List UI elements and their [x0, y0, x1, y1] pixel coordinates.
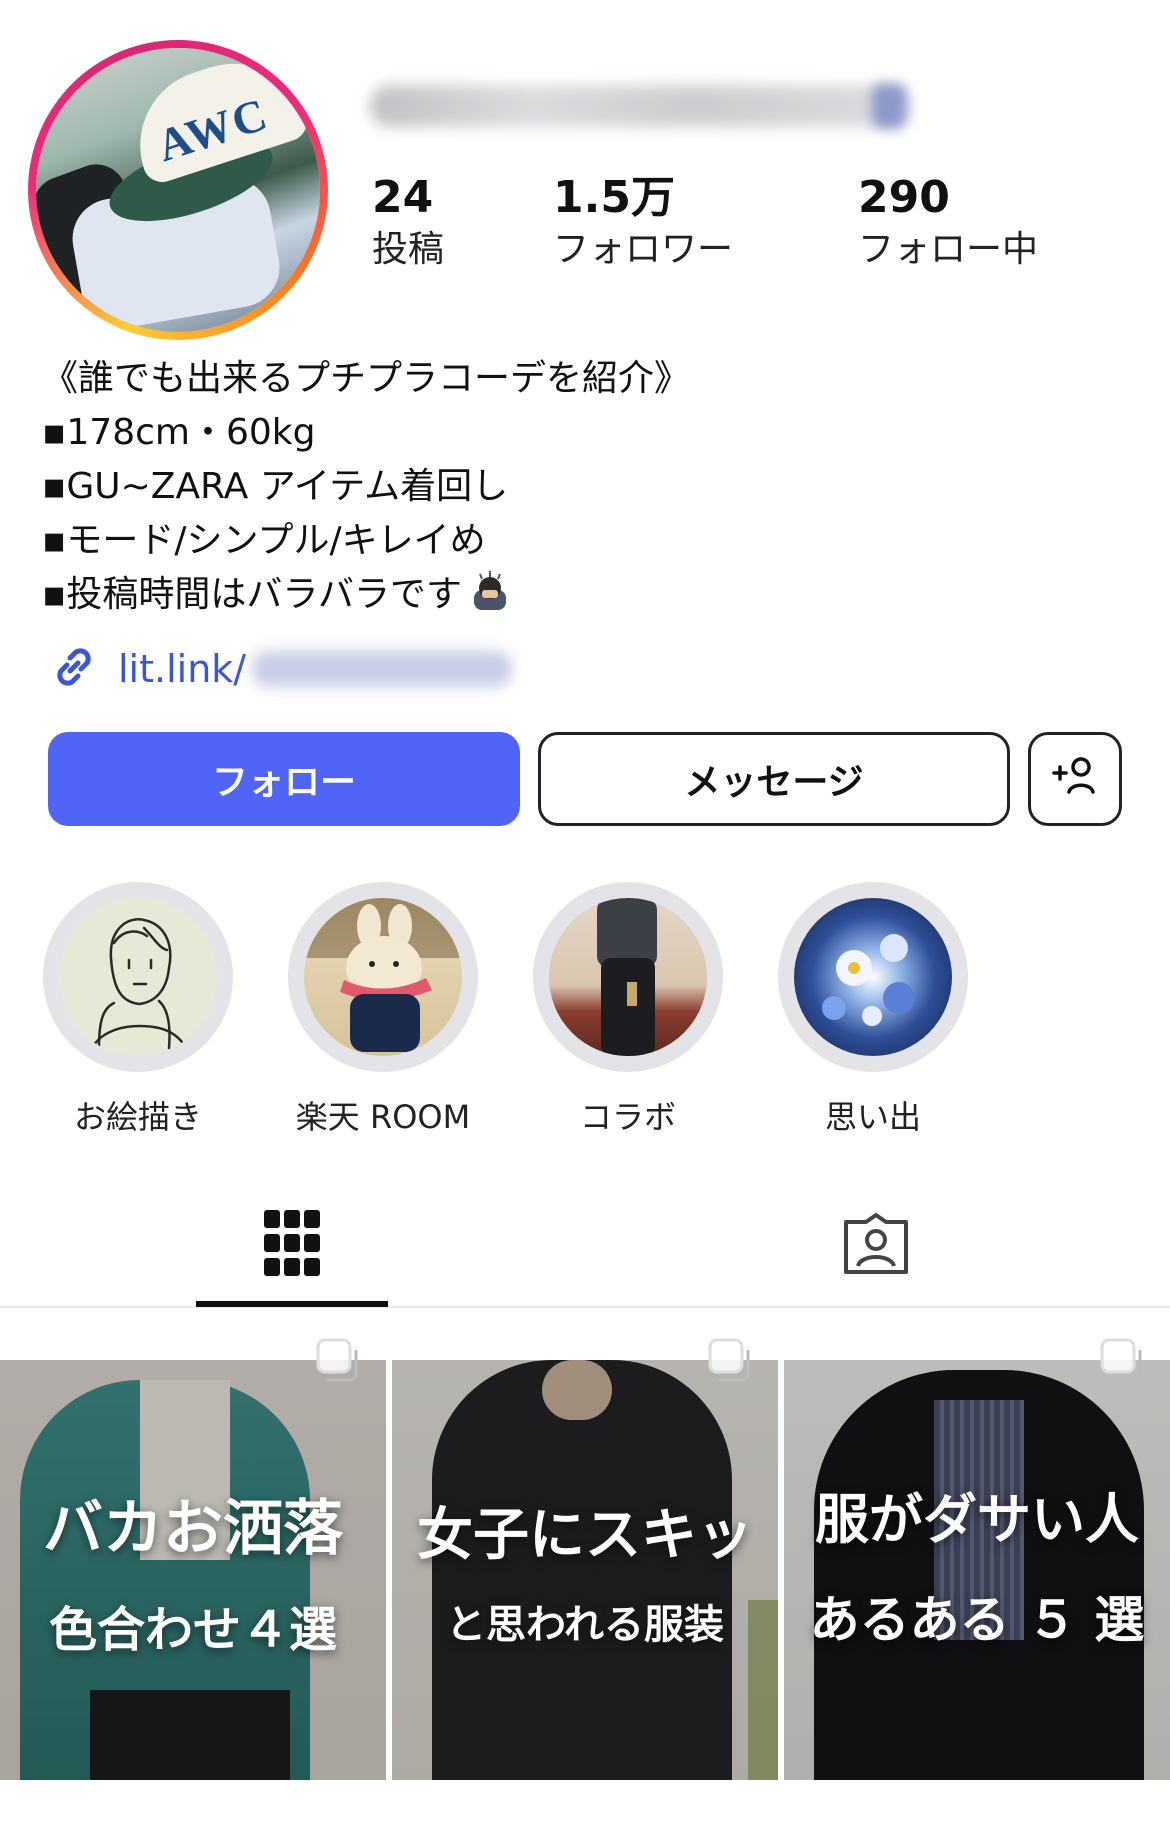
highlight-item[interactable]: コラボ [533, 882, 723, 1138]
highlight-item[interactable]: お絵描き [43, 882, 233, 1138]
bio-line-last: ▪投稿時間はバラバラです [42, 568, 1122, 622]
highlight-ring [43, 882, 233, 1072]
stat-followers[interactable]: 1.5万 フォロワー [553, 172, 733, 274]
post-tile[interactable]: 服がダサい人 あるある ５ 選 [784, 1360, 1170, 1780]
stat-following-label: フォロー中 [858, 229, 1039, 270]
bowing-person-icon [468, 568, 512, 612]
bio-line: ▪GU~ZARA アイテム着回し [42, 466, 509, 507]
highlight-cover-flowers [794, 898, 952, 1056]
stat-followers-value: 1.5万 [553, 172, 675, 223]
message-button[interactable]: メッセージ [538, 732, 1010, 826]
highlight-item[interactable]: 思い出 [778, 882, 968, 1138]
stat-posts[interactable]: 24 投稿 [372, 172, 444, 274]
active-tab-indicator [196, 1301, 388, 1307]
highlight-cover-collab [549, 898, 707, 1056]
stat-following[interactable]: 290 フォロー中 [858, 172, 1038, 274]
post-title: 服がダサい人 [815, 1487, 1139, 1551]
highlight-cover-drawing [59, 898, 217, 1056]
post-subtitle: と思われる服装 [446, 1601, 724, 1648]
follow-button[interactable]: フォロー [48, 732, 520, 826]
post-subtitle: あるある ５ 選 [809, 1590, 1145, 1649]
bio-line: 《誰でも出来るプチプラコーデを紹介》 [42, 358, 691, 399]
post-subtitle: 色合わせ４選 [48, 1602, 337, 1658]
highlight-ring [288, 882, 478, 1072]
highlight-label: お絵描き [73, 1098, 202, 1136]
bio-line: ▪投稿時間はバラバラです [42, 574, 463, 615]
stat-following-value: 290 [858, 172, 950, 223]
suggested-users-button[interactable] [1028, 732, 1122, 826]
verified-badge-icon [872, 84, 906, 128]
bio-line: ▪モード/シンプル/キレイめ [42, 520, 486, 561]
carousel-icon [1100, 1338, 1146, 1388]
highlight-label: 思い出 [824, 1098, 921, 1136]
post-title: 女子にスキッ [417, 1502, 753, 1568]
highlight-ring [533, 882, 723, 1072]
tab-posts-grid[interactable] [264, 1210, 320, 1280]
post-tile[interactable]: 女子にスキッ と思われる服装 [392, 1360, 778, 1780]
tabs-divider [0, 1306, 1170, 1308]
link-text[interactable]: lit.link/ [118, 647, 246, 691]
highlight-ring [778, 882, 968, 1072]
link-url-blurred [252, 651, 513, 687]
post-tile[interactable]: バカお洒落 色合わせ４選 [0, 1360, 386, 1780]
grid-icon [264, 1210, 320, 1280]
post-title: バカお洒落 [43, 1494, 343, 1564]
bio-line: ▪178cm・60kg [42, 412, 316, 453]
stat-followers-label: フォロワー [553, 229, 734, 270]
tab-tagged[interactable] [842, 1212, 910, 1280]
profile-bio: 《誰でも出来るプチプラコーデを紹介》 ▪178cm・60kg ▪GU~ZARA … [42, 352, 1122, 622]
username-blurred [370, 85, 910, 127]
highlight-label: 楽天 ROOM [295, 1098, 471, 1136]
link-icon [48, 641, 100, 697]
carousel-icon [708, 1338, 754, 1388]
highlight-label: コラボ [579, 1098, 676, 1136]
stat-posts-label: 投稿 [372, 229, 445, 270]
avatar: AWC [36, 48, 320, 332]
stat-posts-value: 24 [372, 172, 434, 223]
profile-link[interactable]: lit.link/ [48, 641, 513, 697]
highlight-item[interactable]: 楽天 ROOM [288, 882, 478, 1138]
profile-avatar-ring[interactable]: AWC [28, 40, 328, 340]
carousel-icon [316, 1338, 362, 1388]
tagged-icon [842, 1213, 910, 1280]
highlight-cover-bear [304, 898, 462, 1056]
add-person-icon [1051, 755, 1099, 804]
